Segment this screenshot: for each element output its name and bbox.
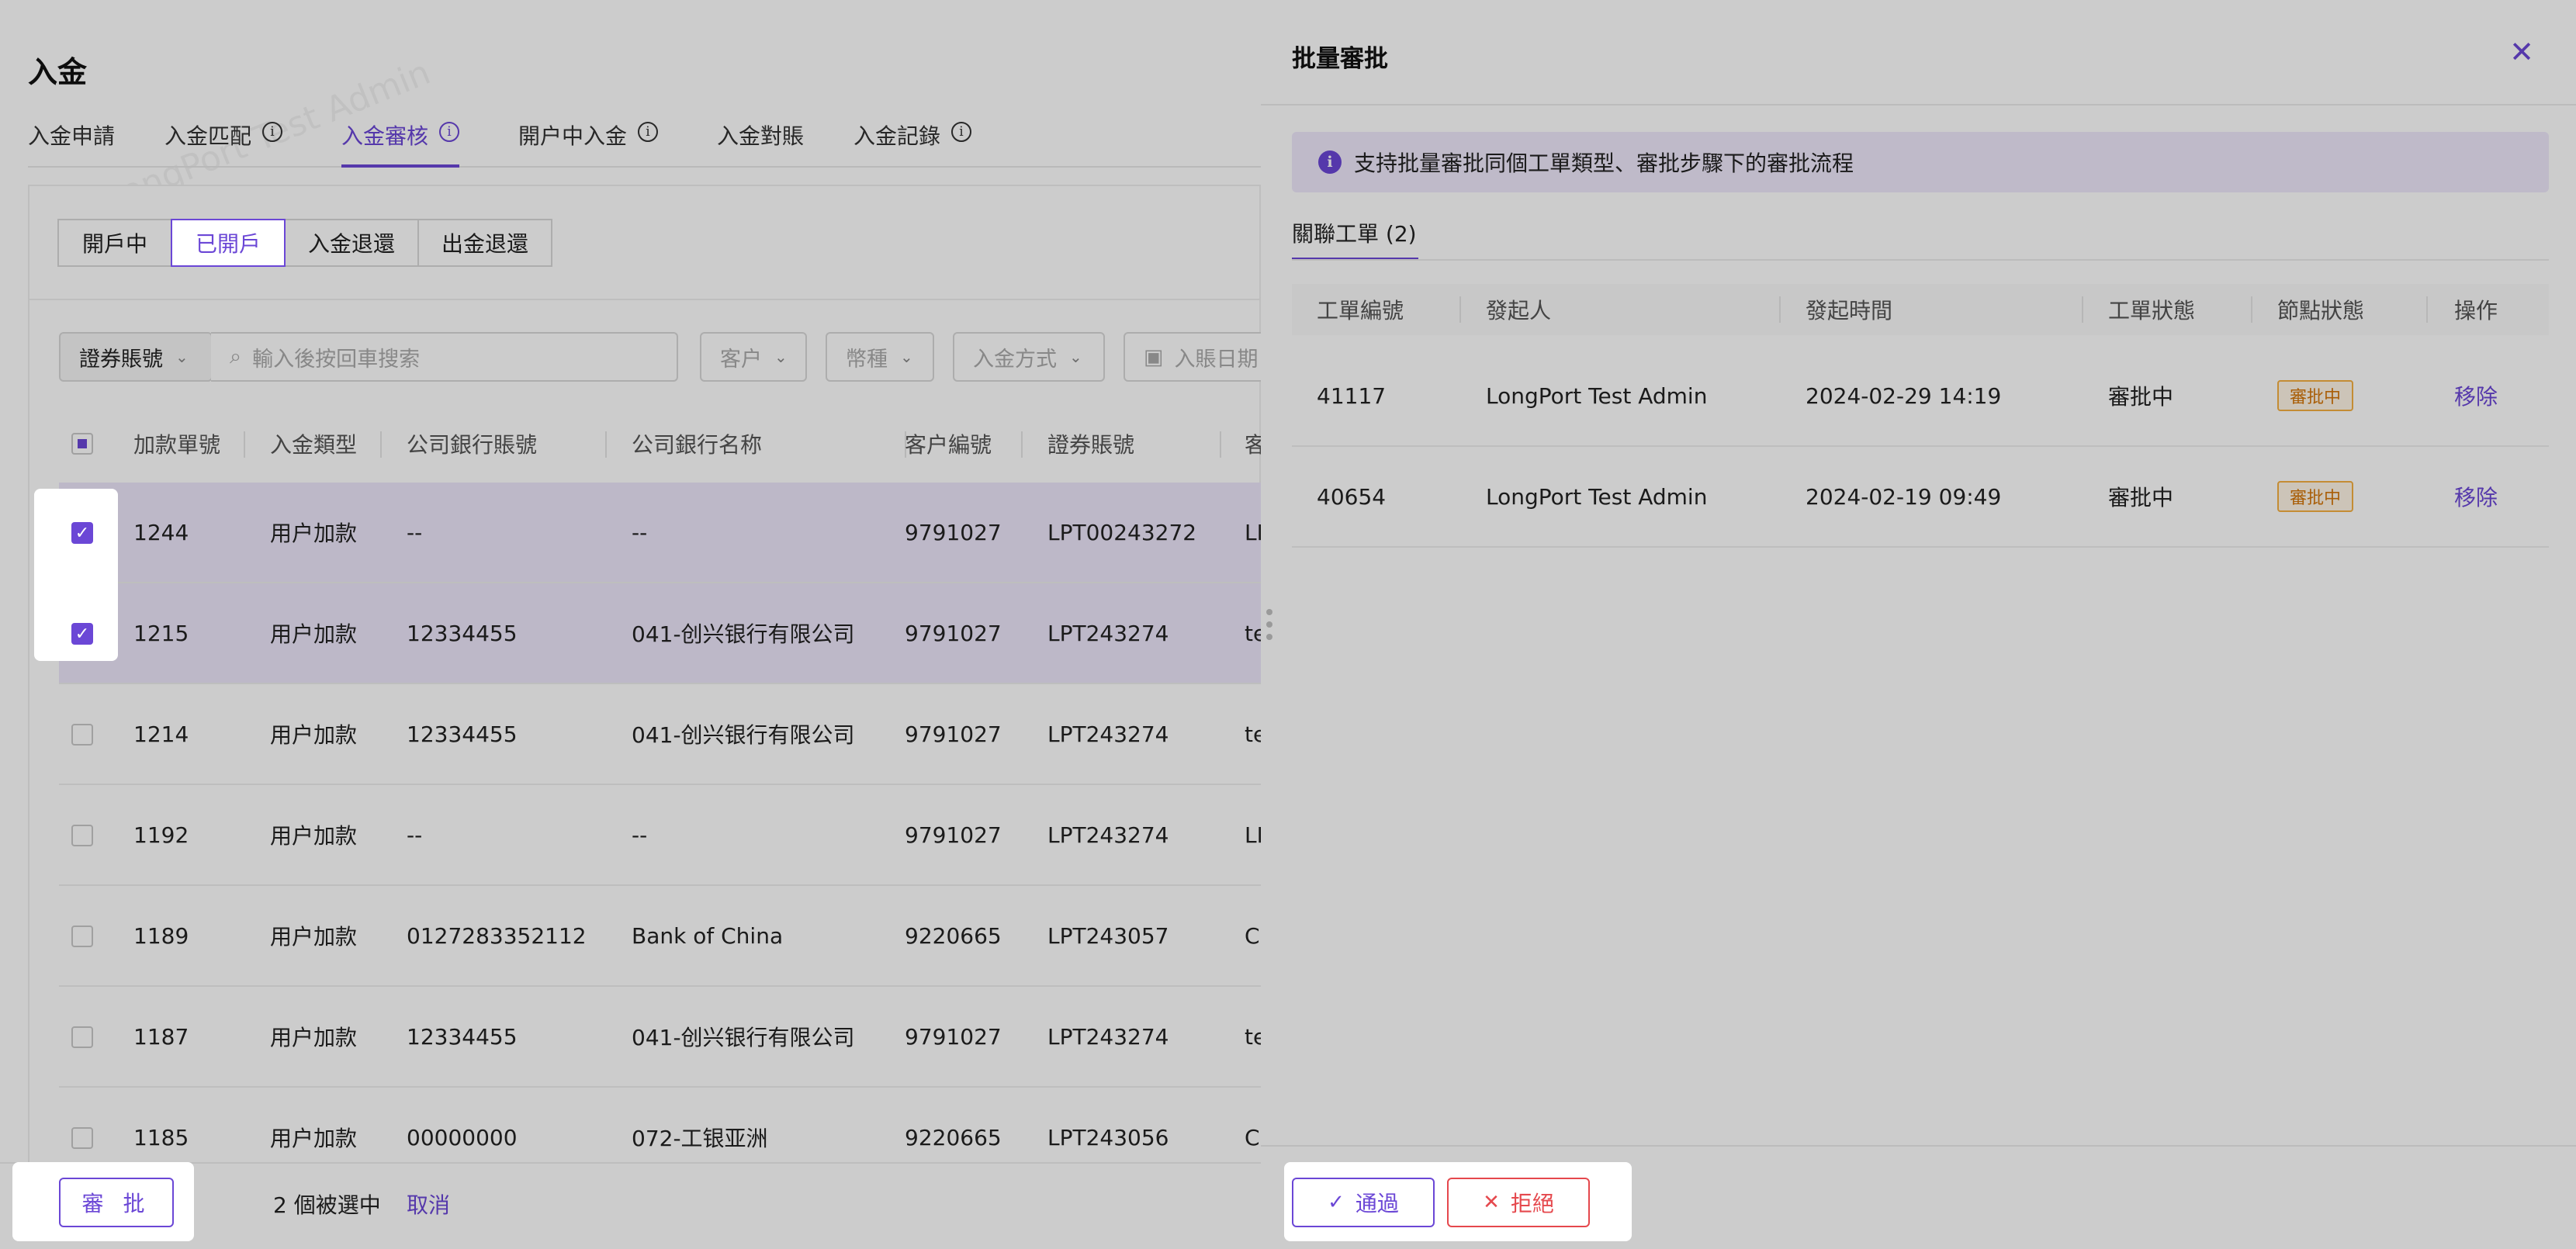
status-opened[interactable]: 已開戶 [171,219,286,267]
cell-ticket-id: 40654 [1317,483,1387,510]
batch-approve-button[interactable]: 審 批 [59,1178,174,1227]
col-header: 工單狀態 [2108,298,2196,323]
cell-ticket-status: 審批中 [2108,384,2174,410]
info-icon: i [1318,151,1342,174]
pass-button[interactable]: ✓ 通過 [1292,1178,1435,1227]
close-icon: ✕ [1483,1191,1500,1214]
pass-label: 通過 [1355,1191,1399,1216]
col-separator [2251,296,2252,323]
col-separator [2426,296,2428,323]
col-header: 節點狀態 [2277,298,2365,323]
drawer-title: 批量審批 [1292,45,1388,73]
col-header: 發起時間 [1806,298,1893,323]
remove-link[interactable]: 移除 [2454,346,2498,445]
cell-time: 2024-02-29 14:19 [1806,382,2002,409]
col-header: 工單編號 [1317,298,1404,323]
status-badge: 審批中 [2277,481,2354,512]
cell-initiator: LongPort Test Admin [1486,483,1708,510]
col-separator [2082,296,2083,323]
divider [1292,259,2549,261]
reject-button[interactable]: ✕ 拒絕 [1447,1178,1590,1227]
close-icon[interactable]: ✕ [2509,37,2534,67]
info-alert: i 支持批量審批同個工單類型、審批步驟下的審批流程 [1292,132,2549,192]
row-checkbox-highlighted[interactable]: ✓ [71,623,93,645]
table-row: 41117 LongPort Test Admin 2024-02-29 14:… [1292,346,2549,447]
status-badge: 審批中 [2277,380,2354,411]
remove-link[interactable]: 移除 [2454,447,2498,546]
alert-text: 支持批量審批同個工單類型、審批步驟下的審批流程 [1354,151,1854,176]
batch-approval-drawer: 批量審批 ✕ i 支持批量審批同個工單類型、審批步驟下的審批流程 關聯工單 (2… [1261,0,2576,1249]
cell-initiator: LongPort Test Admin [1486,382,1708,409]
table-row: 40654 LongPort Test Admin 2024-02-19 09:… [1292,447,2549,548]
check-icon: ✓ [1328,1191,1345,1214]
col-header: 操作 [2454,298,2498,323]
col-separator [1779,296,1781,323]
drag-handle-icon[interactable] [1266,609,1272,640]
tab-related-tickets[interactable]: 關聯工單 (2) [1292,217,1418,261]
cell-ticket-status: 審批中 [2108,485,2174,510]
row-checkbox-highlighted[interactable]: ✓ [71,522,93,544]
divider [1261,104,2576,106]
cell-ticket-id: 41117 [1317,382,1387,409]
col-separator [1459,296,1461,323]
modal-mask[interactable] [0,0,1261,1249]
col-header: 發起人 [1486,298,1552,323]
drawer-table-header: 工單編號 發起人 發起時間 工單狀態 節點狀態 操作 [1292,284,2549,335]
divider [1261,1145,2576,1147]
reject-label: 拒絕 [1510,1191,1554,1216]
cell-time: 2024-02-19 09:49 [1806,483,2002,510]
